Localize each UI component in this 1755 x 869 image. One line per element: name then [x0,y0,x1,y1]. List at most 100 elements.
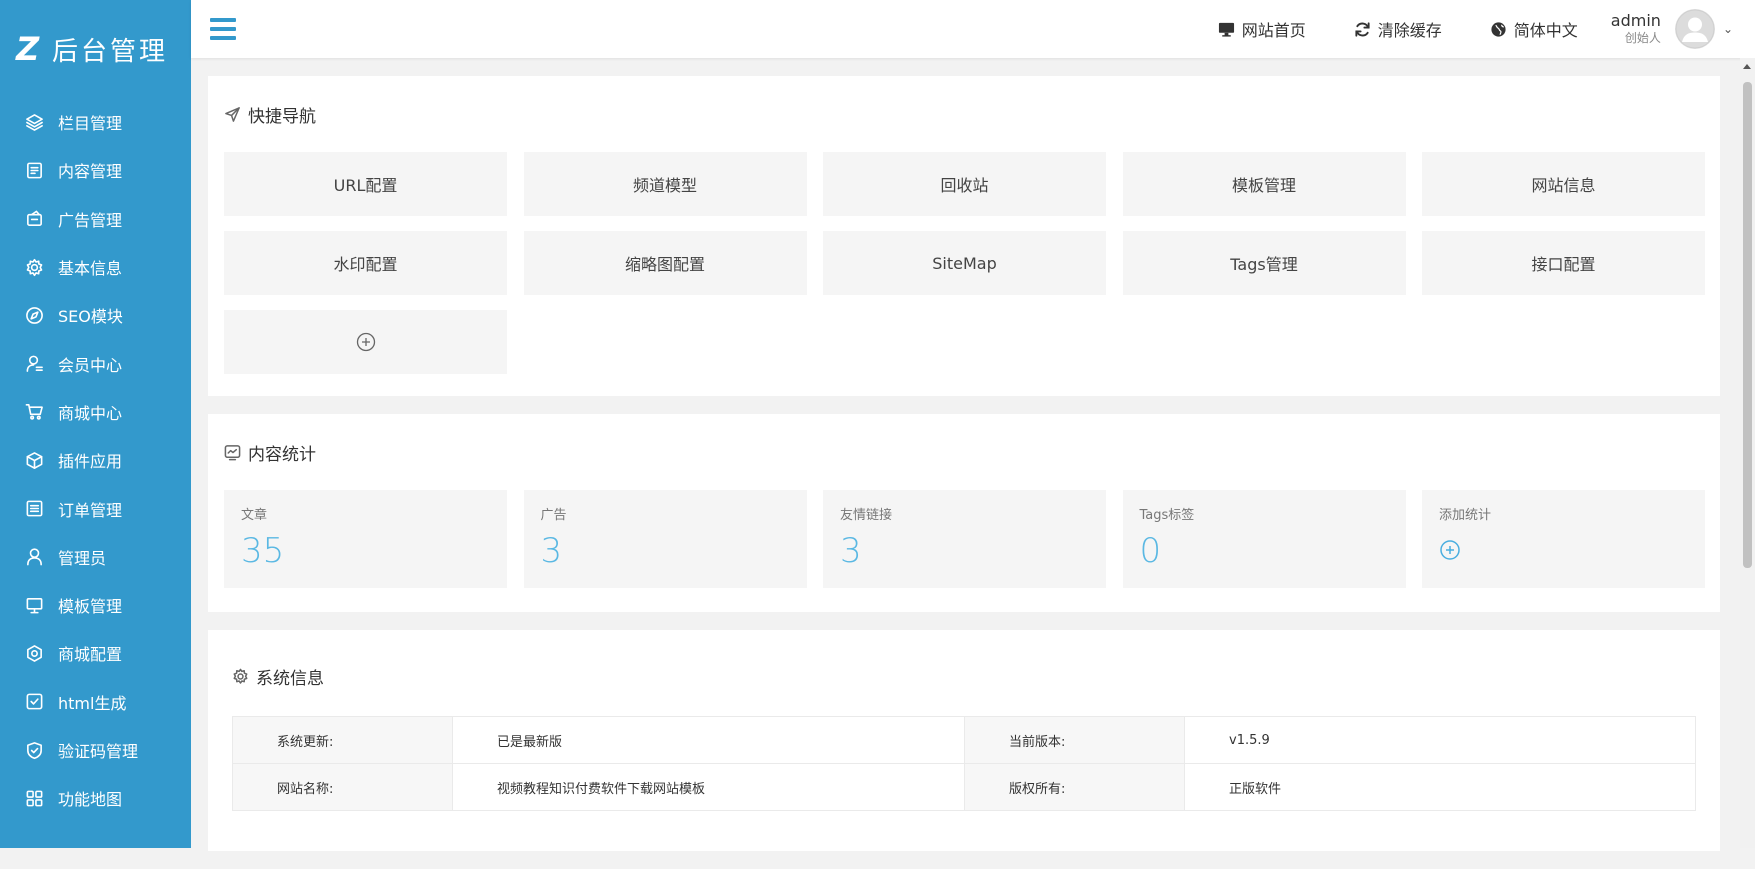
stat-value: 0 [1139,531,1162,571]
sidebar-item-plugins[interactable]: 插件应用 [0,436,191,484]
stat-tags[interactable]: Tags标签 0 [1122,490,1406,588]
cart-icon [24,402,44,422]
quick-nav-watermark-config[interactable]: 水印配置 [224,231,507,295]
sidebar-item-basic-info[interactable]: 基本信息 [0,243,191,291]
stat-value: 3 [840,531,862,571]
sidebar-item-label: 基本信息 [58,259,123,279]
sidebar-item-columns[interactable]: 栏目管理 [0,98,191,146]
language-switch[interactable]: 简体中文 [1490,17,1578,41]
sidebar-item-label: 功能地图 [58,790,123,810]
quick-nav-template-manage[interactable]: 模板管理 [1122,152,1406,216]
main-content: 快捷导航 URL配置 频道模型 回收站 模板管理 网站信息 水印配置 缩略图配置… [208,76,1720,869]
quick-nav-api-config[interactable]: 接口配置 [1422,231,1705,295]
sidebar-item-label: 插件应用 [58,452,123,472]
user-menu[interactable]: admin 创始人 ⌄ [1611,9,1733,49]
stat-value: 35 [241,531,285,571]
add-stat-button[interactable]: 添加统计 [1422,490,1705,588]
sidebar-item-seo[interactable]: SEO模块 [0,291,191,339]
plus-circle-icon [1440,540,1460,560]
scroll-up-arrow-icon[interactable] [1743,64,1751,69]
system-info-table: 系统更新: 已是最新版 当前版本: v1.5.9 网站名称: 视频教程知识付费软… [232,716,1696,811]
document-icon [24,160,44,180]
site-home-link[interactable]: 网站首页 [1218,17,1306,41]
sidebar-item-label: 订单管理 [58,500,123,520]
sidebar-item-shop-config[interactable]: 商城配置 [0,629,191,677]
member-icon [24,354,44,374]
sidebar-item-label: 内容管理 [58,162,123,182]
quick-nav-tags-manage[interactable]: Tags管理 [1122,231,1406,295]
sidebar-item-label: 管理员 [58,548,107,568]
stat-label: 添加统计 [1439,508,1492,523]
sidebar-item-label: SEO模块 [58,307,123,327]
quick-nav-add-button[interactable] [224,310,507,374]
quick-nav-site-info[interactable]: 网站信息 [1422,152,1705,216]
system-info-card: 系统信息 系统更新: 已是最新版 当前版本: v1.5.9 网站名称: 视频教程… [208,630,1720,851]
sidebar-item-members[interactable]: 会员中心 [0,339,191,387]
sidebar-item-shop[interactable]: 商城中心 [0,388,191,436]
gear-icon [233,668,248,684]
shield-icon [24,740,44,760]
quick-nav-recycle-bin[interactable]: 回收站 [823,152,1106,216]
sidebar-item-label: 商城中心 [58,403,123,423]
menu-toggle-icon[interactable] [210,18,236,40]
layers-icon [24,112,44,132]
system-info-title: 系统信息 [232,630,1696,716]
send-icon [225,106,240,122]
sidebar-item-function-map[interactable]: 功能地图 [0,774,191,822]
table-key: 系统更新: [232,716,453,764]
stat-label: 广告 [540,508,567,523]
sidebar-item-label: 验证码管理 [58,742,139,761]
sidebar-item-ads[interactable]: 广告管理 [0,195,191,243]
header-actions: 网站首页 清除缓存 简体中文 admin 创始人 ⌄ [1218,0,1755,58]
sidebar-item-admins[interactable]: 管理员 [0,533,191,581]
logo-text: 后台管理 [52,36,169,67]
sidebar-item-captcha[interactable]: 验证码管理 [0,726,191,774]
stats-grid: 文章 35 广告 3 友情链接 3 Tags标签 0 添加统计 [224,490,1705,612]
chevron-down-icon[interactable]: ⌄ [1723,22,1733,36]
box-icon [24,450,44,470]
quick-nav-thumbnail-config[interactable]: 缩略图配置 [523,231,807,295]
table-value: 视频教程知识付费软件下载网站模板 [452,763,965,811]
avatar[interactable] [1674,9,1715,49]
stat-label: 友情链接 [840,508,893,523]
language-label: 简体中文 [1513,21,1578,40]
user-role: 创始人 [1624,31,1661,46]
vertical-scrollbar[interactable] [1740,58,1755,848]
monitor-icon [24,595,44,615]
quick-nav-url-config[interactable]: URL配置 [224,152,507,216]
sidebar: Z 后台管理 栏目管理 内容管理 广告管理 基本信息 SEO模块 会员中心 商城… [0,0,191,848]
compass-icon [24,305,44,325]
globe-icon [1491,21,1506,37]
stat-ads[interactable]: 广告 3 [523,490,807,588]
sidebar-item-orders[interactable]: 订单管理 [0,484,191,532]
clear-cache-label: 清除缓存 [1377,21,1442,40]
list-icon [24,499,44,519]
stats-title: 内容统计 [224,414,1704,490]
table-key: 版权所有: [964,763,1185,811]
quick-nav-channel-model[interactable]: 频道模型 [523,152,807,216]
sidebar-item-templates[interactable]: 模板管理 [0,581,191,629]
monitor-icon [1218,22,1234,37]
quick-nav-title-text: 快捷导航 [248,106,316,127]
chart-icon [224,444,241,460]
logo[interactable]: Z 后台管理 [0,0,191,98]
user-icon [24,547,44,567]
quick-nav-sitemap[interactable]: SiteMap [823,231,1106,295]
system-info-title-text: 系统信息 [256,668,324,689]
logo-mark: Z [16,30,40,68]
stat-label: Tags标签 [1139,508,1195,523]
sidebar-item-html-gen[interactable]: html生成 [0,678,191,726]
stat-articles[interactable]: 文章 35 [224,490,507,588]
stat-friend-links[interactable]: 友情链接 3 [823,490,1106,588]
stats-title-text: 内容统计 [248,444,316,465]
clear-cache-link[interactable]: 清除缓存 [1354,17,1442,41]
gear-icon [24,257,44,277]
scroll-thumb[interactable] [1743,82,1752,568]
ad-icon [24,209,44,229]
table-value: 正版软件 [1184,763,1696,811]
table-value: v1.5.9 [1184,716,1696,764]
sidebar-item-label: html生成 [58,693,127,713]
sidebar-item-label: 模板管理 [58,597,123,617]
sidebar-item-label: 商城配置 [58,645,123,665]
sidebar-item-content[interactable]: 内容管理 [0,146,191,194]
